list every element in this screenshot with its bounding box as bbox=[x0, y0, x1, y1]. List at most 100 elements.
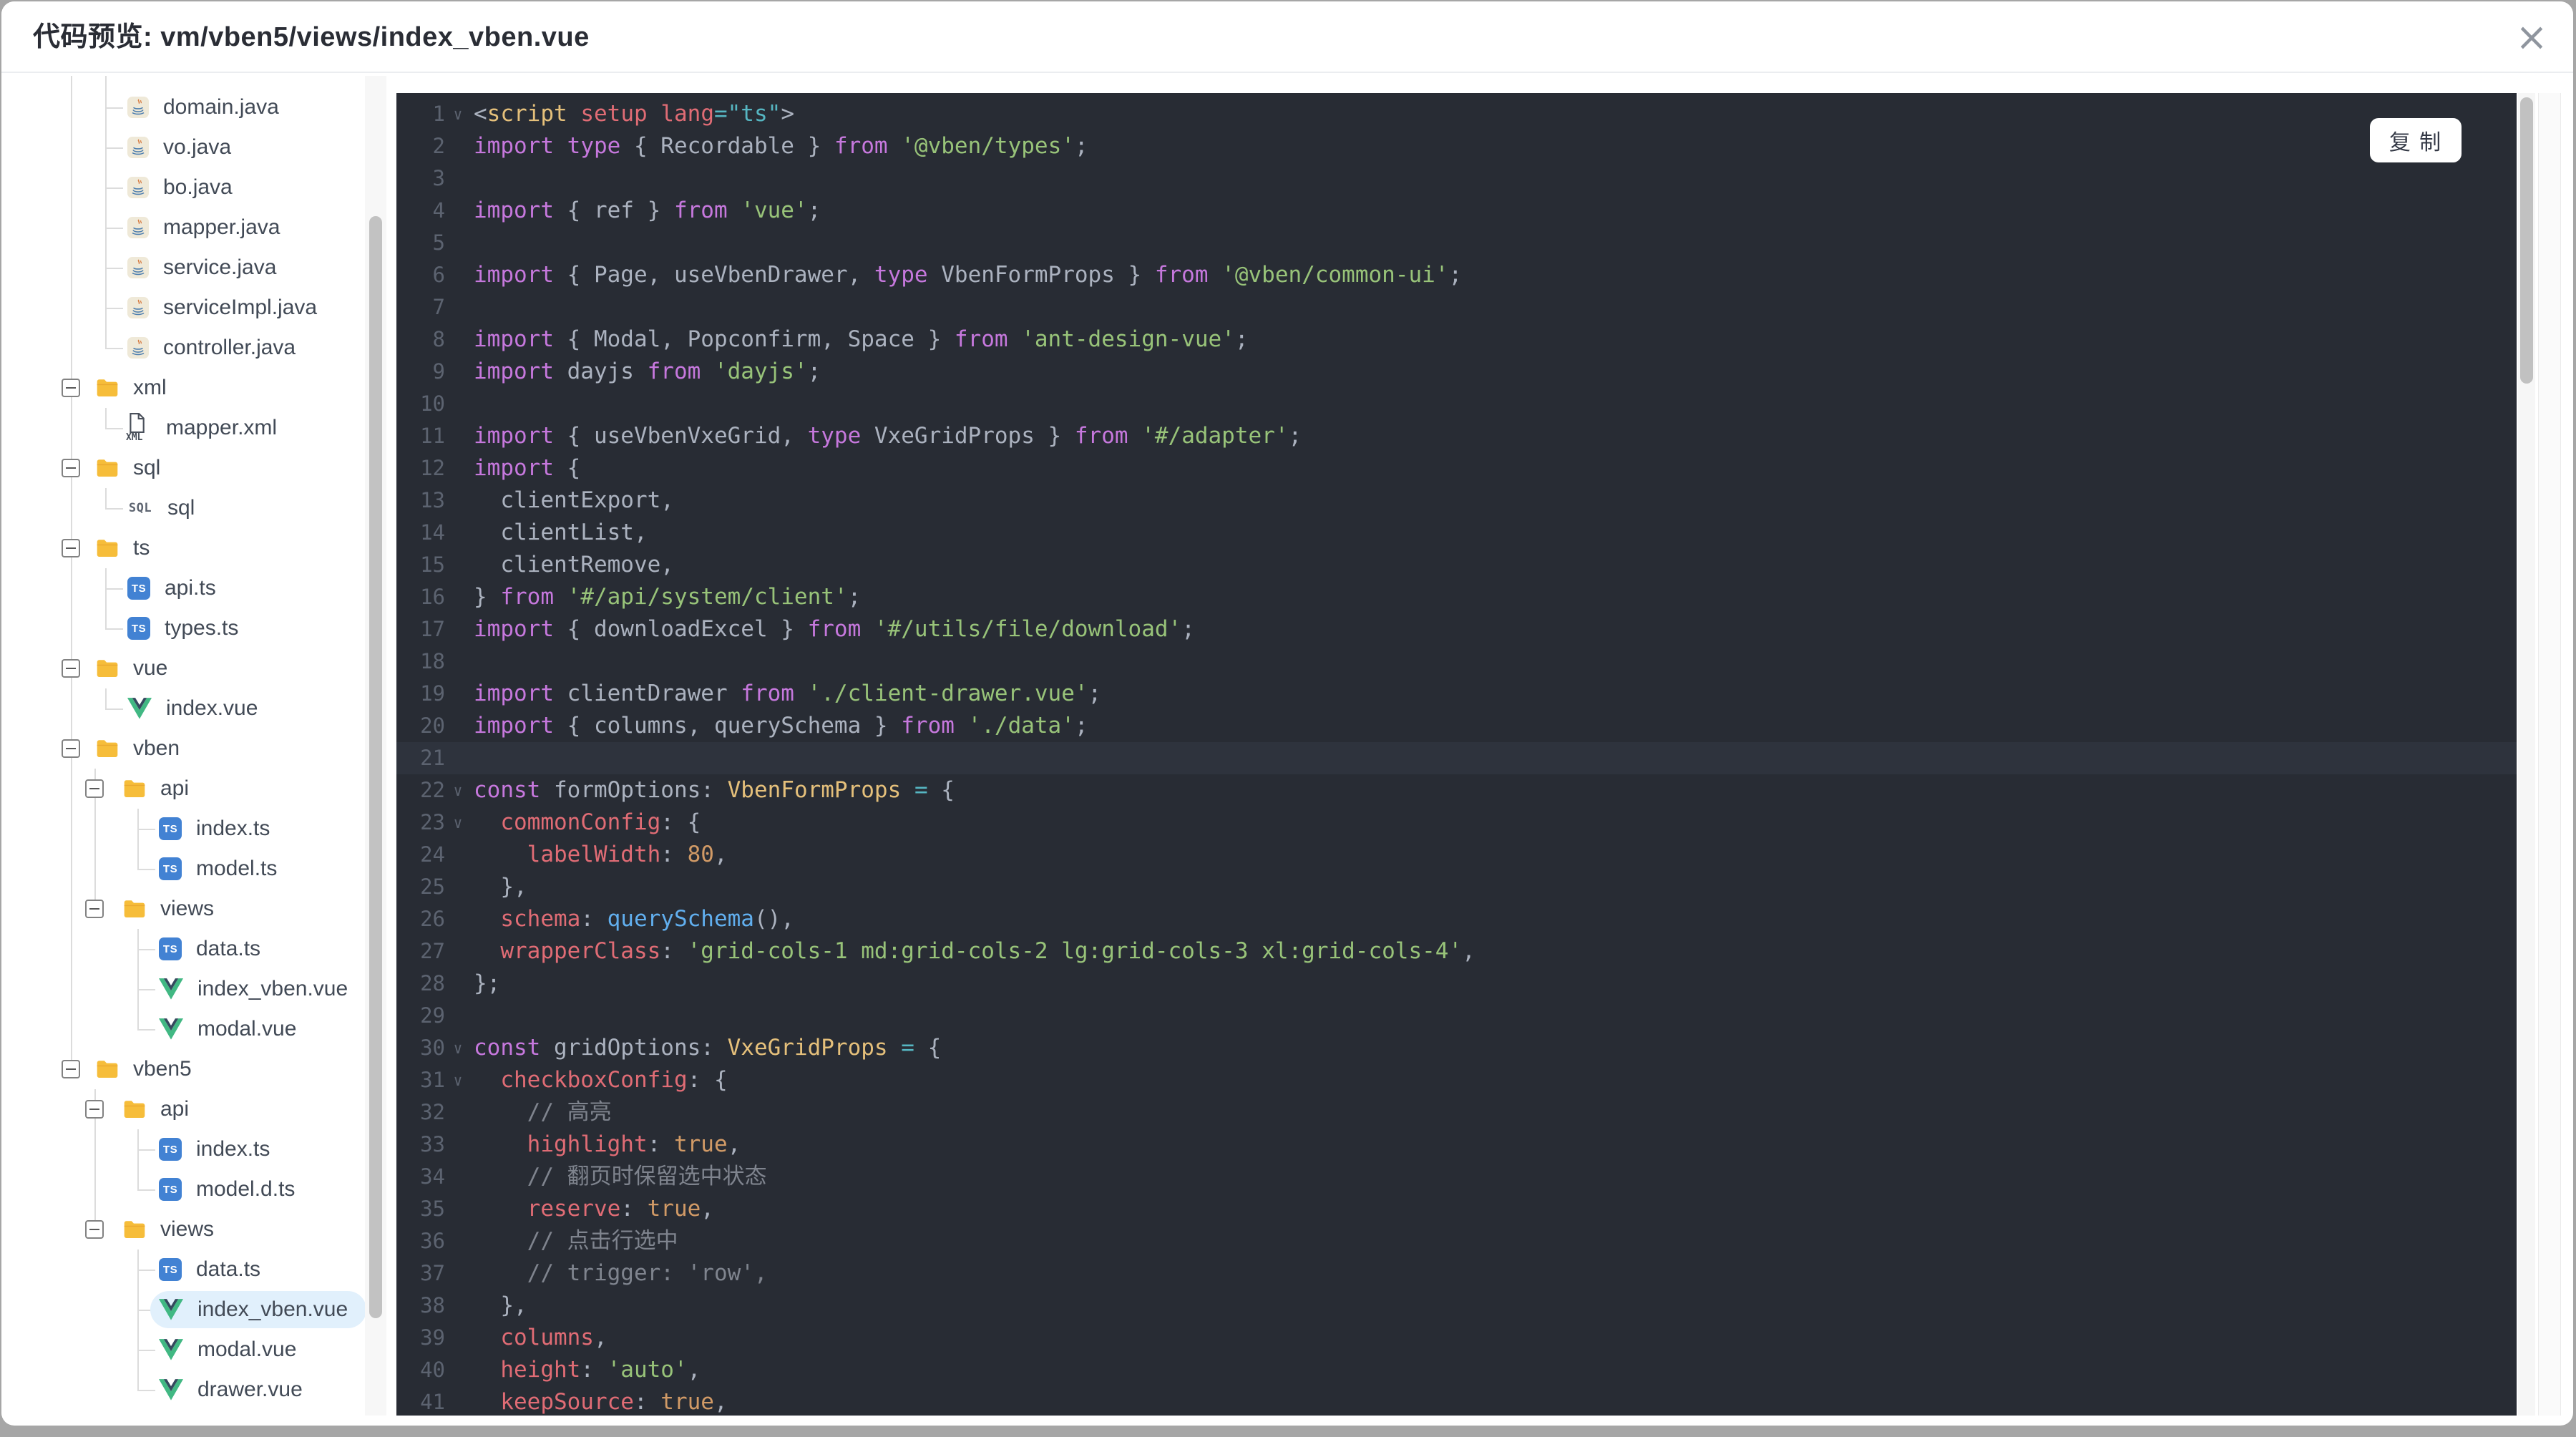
line-number: 6 bbox=[432, 263, 445, 287]
fold-arrow-icon[interactable]: ∨ bbox=[445, 1064, 471, 1096]
fold-column bbox=[445, 903, 471, 935]
tree-item-data-ts[interactable]: TS data.ts bbox=[1, 929, 388, 969]
tree-item-label: modal.vue bbox=[197, 1017, 297, 1041]
tree-item-content[interactable]: TS data.ts bbox=[150, 1251, 279, 1288]
tree-item-domain-java[interactable]: domain.java bbox=[1, 87, 388, 127]
tree-item-content[interactable]: drawer.vue bbox=[150, 1371, 321, 1408]
tree-item-content[interactable]: mapper.java bbox=[119, 209, 298, 246]
tree-item-api[interactable]: api bbox=[1, 1089, 388, 1129]
tree-item-selected[interactable]: index_vben.vue bbox=[150, 1291, 367, 1328]
tree-item-index-vben-vue[interactable]: index_vben.vue bbox=[1, 1290, 388, 1330]
fold-arrow-icon[interactable]: ∨ bbox=[445, 807, 471, 839]
tree-item-content[interactable]: controller.java bbox=[119, 329, 314, 366]
tree-item-serviceimpl-java[interactable]: serviceImpl.java bbox=[1, 288, 388, 328]
tree-item-model-d-ts[interactable]: TS model.d.ts bbox=[1, 1169, 388, 1209]
tree-item-modal-vue[interactable]: modal.vue bbox=[1, 1330, 388, 1370]
tree-item-content[interactable]: bo.java bbox=[119, 169, 251, 206]
tree-item-content[interactable]: api bbox=[114, 1091, 208, 1128]
tree-item-types-ts[interactable]: TS types.ts bbox=[1, 608, 388, 648]
tree-item-content[interactable]: TS index.ts bbox=[150, 1131, 288, 1168]
tree-item-content[interactable]: views bbox=[114, 890, 233, 927]
tree-item-content[interactable]: ts bbox=[87, 530, 168, 567]
tree-item-ts[interactable]: ts bbox=[1, 528, 388, 568]
collapse-icon[interactable] bbox=[62, 539, 80, 557]
collapse-icon[interactable] bbox=[62, 739, 80, 758]
code-editor[interactable]: 1 ∨ <script setup lang="ts"> 2 import type {… bbox=[396, 93, 2517, 1416]
tree-item-content[interactable]: vue bbox=[87, 650, 186, 687]
collapse-icon[interactable] bbox=[85, 1220, 104, 1239]
tree-item-mapper-java[interactable]: mapper.java bbox=[1, 208, 388, 248]
code-line: 6 import { Page, useVbenDrawer, type Vben… bbox=[396, 259, 2517, 291]
tree-item-content[interactable]: XML mapper.xml bbox=[119, 409, 296, 447]
tree-item-service-java[interactable]: service.java bbox=[1, 248, 388, 288]
tree-item-content[interactable]: TS api.ts bbox=[119, 570, 235, 607]
tree-item-vben5[interactable]: vben5 bbox=[1, 1049, 388, 1089]
tree-item-views[interactable]: views bbox=[1, 889, 388, 929]
fold-column bbox=[445, 1161, 471, 1193]
tree-item-content[interactable]: vben bbox=[87, 730, 198, 767]
tree-item-index-vue[interactable]: index.vue bbox=[1, 688, 388, 729]
close-button[interactable]: × bbox=[2509, 14, 2555, 60]
tree-item-label: api.ts bbox=[165, 576, 216, 600]
tree-item-content[interactable]: domain.java bbox=[119, 89, 298, 126]
tree-item-content[interactable]: api bbox=[114, 770, 208, 807]
collapse-icon[interactable] bbox=[85, 900, 104, 918]
collapse-icon[interactable] bbox=[62, 659, 80, 678]
line-number: 7 bbox=[432, 295, 445, 319]
tree-item-index-vben-vue[interactable]: index_vben.vue bbox=[1, 969, 388, 1009]
code-line: 18 bbox=[396, 646, 2517, 678]
tree-item-vben[interactable]: vben bbox=[1, 729, 388, 769]
collapse-icon[interactable] bbox=[85, 1100, 104, 1119]
tree-item-content[interactable]: index.vue bbox=[119, 690, 276, 727]
tree-item-content[interactable]: TS model.ts bbox=[150, 850, 296, 887]
tree-item-vo-java[interactable]: vo.java bbox=[1, 127, 388, 167]
collapse-icon[interactable] bbox=[85, 779, 104, 798]
collapse-icon[interactable] bbox=[62, 1060, 80, 1078]
tree-item-drawer-vue[interactable]: drawer.vue bbox=[1, 1370, 388, 1410]
tree-item-index-ts[interactable]: TS index.ts bbox=[1, 1129, 388, 1169]
dialog-header: 代码预览: vm/vben5/views/index_vben.vue × bbox=[1, 1, 2573, 73]
fold-column bbox=[445, 323, 471, 356]
code-line: 40 height: 'auto', bbox=[396, 1354, 2517, 1386]
tree-item-content[interactable]: xml bbox=[87, 369, 185, 406]
tree-item-content[interactable]: vo.java bbox=[119, 129, 250, 166]
tree-item-content[interactable]: serviceImpl.java bbox=[119, 289, 336, 326]
tree-item-content[interactable]: modal.vue bbox=[150, 1010, 315, 1048]
editor-scrollbar-thumb[interactable] bbox=[2520, 97, 2533, 384]
collapse-icon[interactable] bbox=[62, 459, 80, 477]
tree-item-content[interactable]: TS index.ts bbox=[150, 810, 288, 847]
tree-item-xml[interactable]: xml bbox=[1, 368, 388, 408]
tree-item-bo-java[interactable]: bo.java bbox=[1, 167, 388, 208]
tree-item-sql[interactable]: SQL sql bbox=[1, 488, 388, 528]
fold-arrow-icon[interactable]: ∨ bbox=[445, 774, 471, 807]
tree-item-content[interactable]: TS model.d.ts bbox=[150, 1171, 313, 1208]
tree-item-content[interactable]: SQL sql bbox=[119, 489, 213, 527]
tree-item-content[interactable]: views bbox=[114, 1211, 233, 1248]
tree-item-content[interactable]: TS data.ts bbox=[150, 930, 279, 968]
collapse-icon[interactable] bbox=[62, 379, 80, 397]
tree-item-model-ts[interactable]: TS model.ts bbox=[1, 849, 388, 889]
tree-item-views[interactable]: views bbox=[1, 1209, 388, 1250]
code-text: wrapperClass: 'grid-cols-1 md:grid-cols-… bbox=[500, 938, 1475, 964]
tree-item-api-ts[interactable]: TS api.ts bbox=[1, 568, 388, 608]
fold-arrow-icon[interactable]: ∨ bbox=[445, 98, 471, 130]
tree-scrollbar-thumb[interactable] bbox=[369, 216, 382, 1318]
code-text: }; bbox=[474, 970, 501, 996]
tree-item-sql[interactable]: sql bbox=[1, 448, 388, 488]
fold-arrow-icon[interactable]: ∨ bbox=[445, 1032, 471, 1064]
tree-item-modal-vue[interactable]: modal.vue bbox=[1, 1009, 388, 1049]
tree-item-mapper-xml[interactable]: XML mapper.xml bbox=[1, 408, 388, 448]
tree-item-vue[interactable]: vue bbox=[1, 648, 388, 688]
tree-item-content[interactable]: modal.vue bbox=[150, 1331, 315, 1368]
tree-item-content[interactable]: service.java bbox=[119, 249, 295, 286]
tree-item-content[interactable]: vben5 bbox=[87, 1051, 210, 1088]
tree-item-controller-java[interactable]: controller.java bbox=[1, 328, 388, 368]
tree-item-content[interactable]: TS types.ts bbox=[119, 610, 257, 647]
tree-item-api[interactable]: api bbox=[1, 769, 388, 809]
tree-item-data-ts[interactable]: TS data.ts bbox=[1, 1250, 388, 1290]
tree-item-content[interactable]: sql bbox=[87, 449, 179, 487]
tree-item-index-ts[interactable]: TS index.ts bbox=[1, 809, 388, 849]
tree-item-content[interactable]: index_vben.vue bbox=[150, 970, 366, 1008]
fold-column bbox=[445, 871, 471, 903]
copy-button[interactable]: 复 制 bbox=[2370, 118, 2462, 162]
